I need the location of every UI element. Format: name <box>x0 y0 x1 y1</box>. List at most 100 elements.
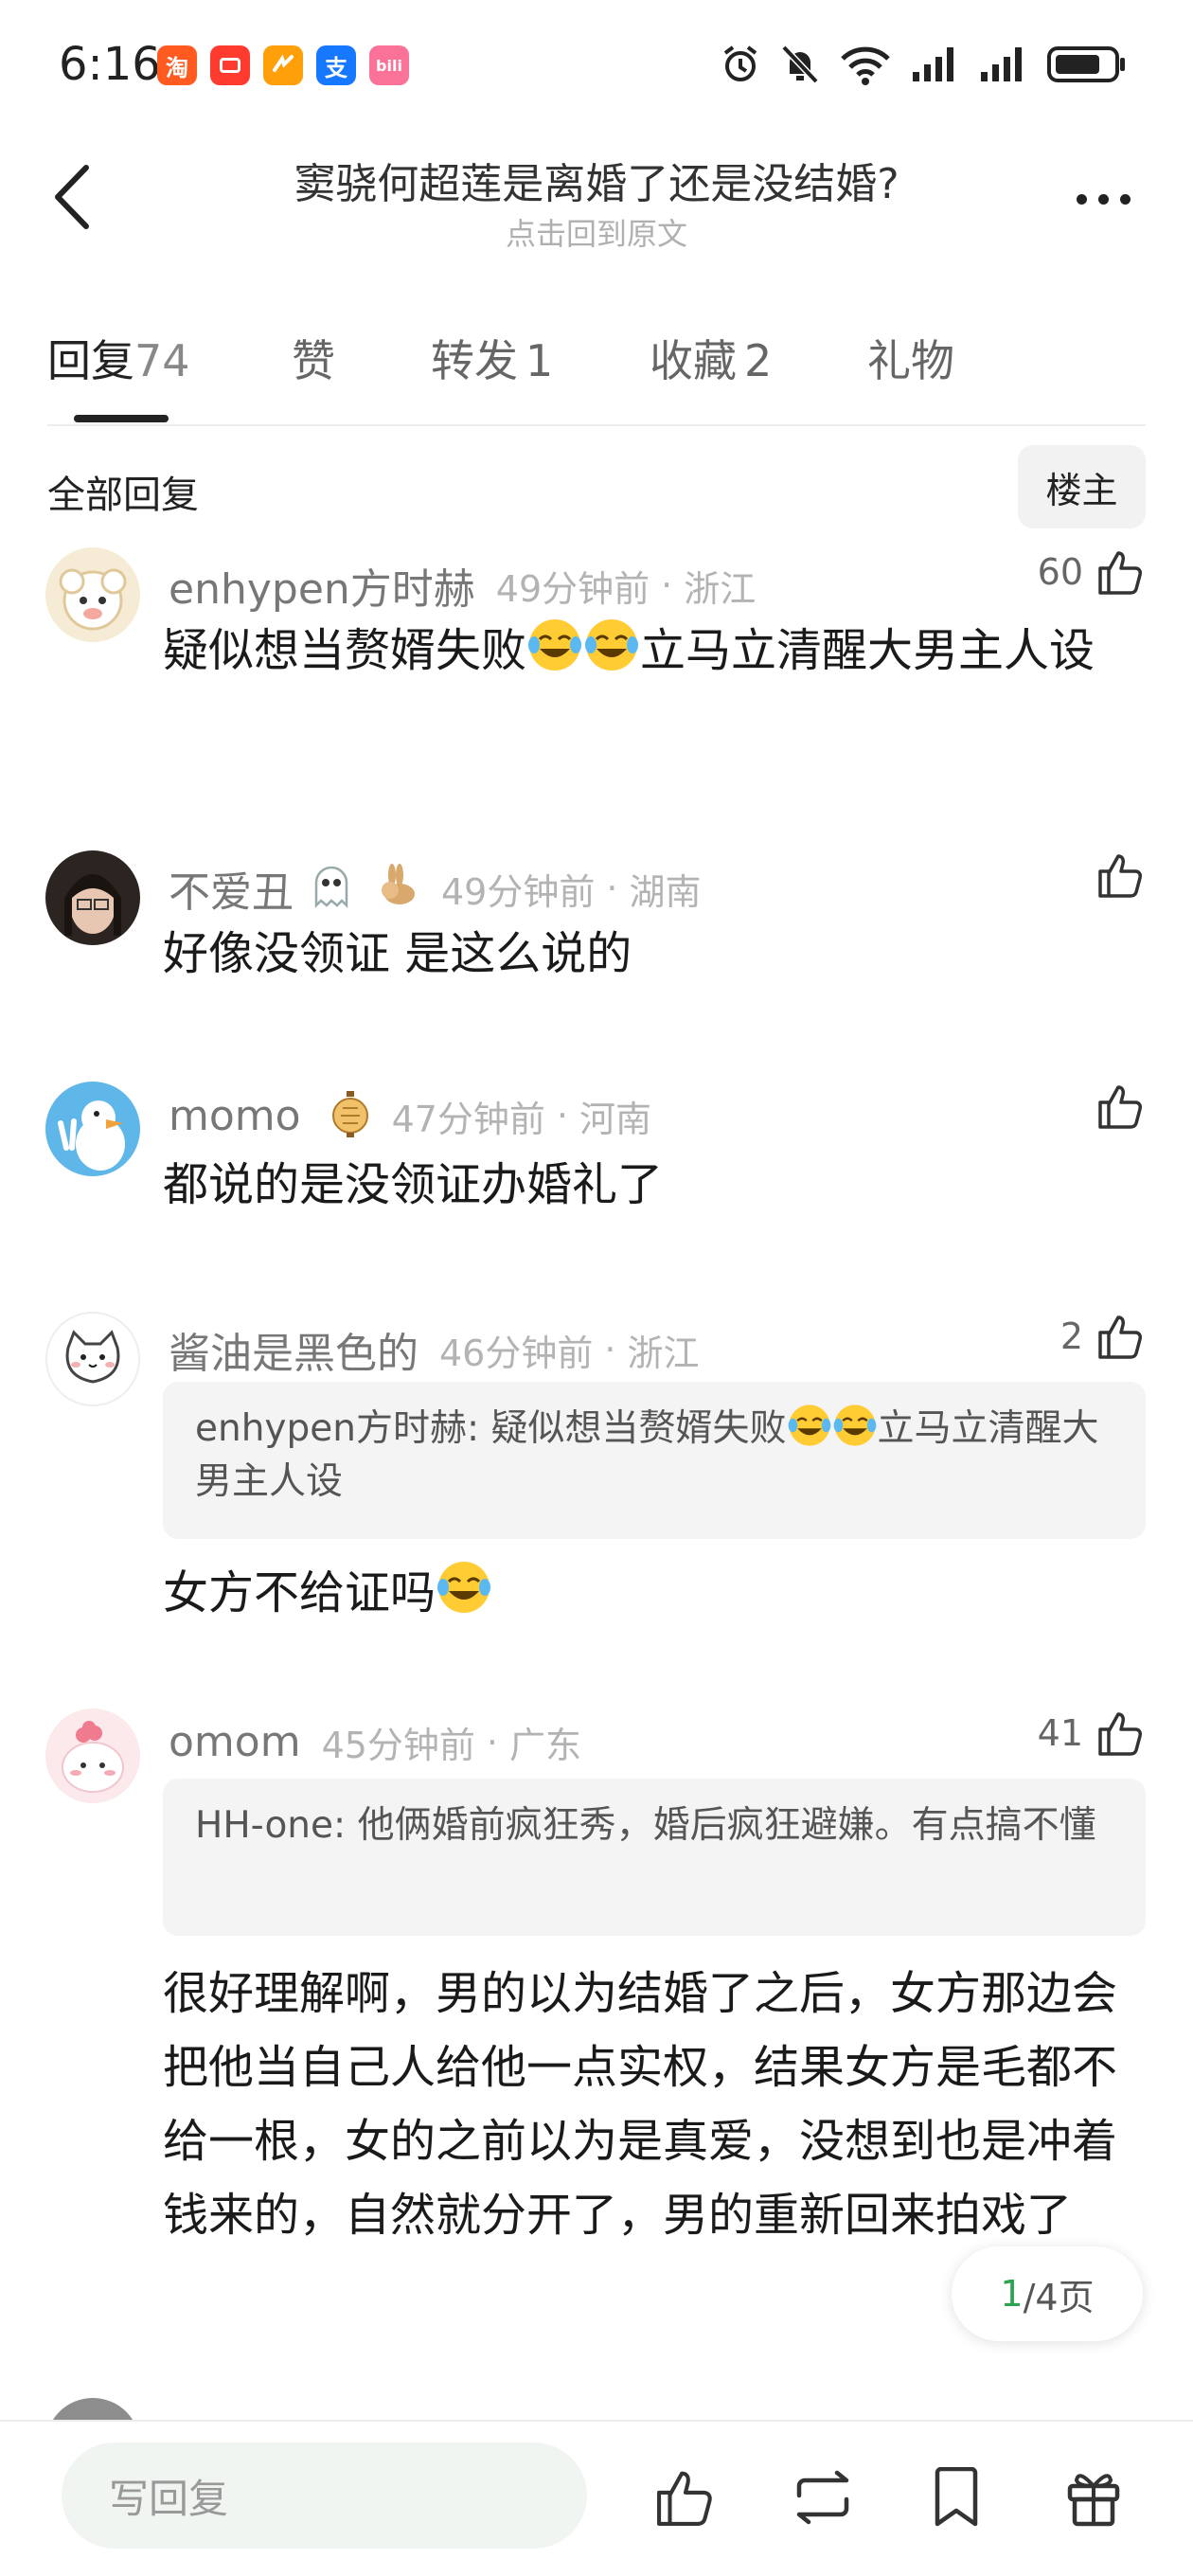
username[interactable]: momo <box>169 1092 301 1140</box>
thumbs-up-icon <box>1098 1315 1142 1359</box>
thumbs-up-icon <box>1098 551 1142 595</box>
tab-count: 74 <box>134 335 190 386</box>
orange-app-icon <box>263 45 303 85</box>
tab-replies[interactable]: 回复74 <box>47 327 190 389</box>
laugh-cry-emoji-icon <box>437 1562 491 1613</box>
comment-text: 疑似想当赘婿失败 立马立清醒大男主人设 <box>163 614 1138 688</box>
quote-text: 疑似想当赘婿失败 <box>490 1407 787 1450</box>
comment-text: 很好理解啊，男的以为结婚了之后，女方那边会把他当自己人给他一点实权，结果女方是毛… <box>163 1967 1118 2242</box>
comment-time: 46分钟前 <box>439 1332 594 1374</box>
red-app-icon <box>210 45 250 85</box>
all-replies-label: 全部回复 <box>47 474 199 517</box>
username[interactable]: 不爱丑 <box>169 858 294 919</box>
total-pages: /4页 <box>1023 2276 1095 2318</box>
more-options-button[interactable] <box>1060 180 1146 218</box>
tab-favorites[interactable]: 收藏 2 <box>650 327 772 389</box>
dot-separator: · <box>556 1095 569 1136</box>
like-button[interactable]: 41 <box>1038 1708 1146 1758</box>
tab-gifts[interactable]: 礼物 <box>867 327 954 389</box>
laugh-cry-emoji-icon <box>528 619 582 671</box>
owner-only-button[interactable]: 楼主 <box>1018 445 1146 528</box>
next-comment-partial <box>0 2387 1193 2421</box>
comment-meta: 不爱丑 49分钟前 · 湖南 <box>169 858 701 919</box>
bookmark-button[interactable] <box>918 2460 994 2535</box>
system-status-icons <box>720 44 1127 85</box>
reply-input[interactable]: 写回复 <box>62 2442 587 2549</box>
like-button[interactable]: 2 <box>1060 1312 1146 1361</box>
dot-separator: · <box>604 1329 616 1370</box>
thumbs-up-icon <box>657 2471 712 2526</box>
ghost-emoji-icon <box>307 862 356 915</box>
thumbs-up-icon <box>1098 854 1142 898</box>
page-indicator[interactable]: 1/4页 <box>952 2246 1143 2341</box>
comment-meta: enhypen方时赫 49分钟前 · 浙江 <box>169 555 756 616</box>
signal-icon <box>913 47 953 81</box>
laugh-cry-emoji-icon <box>788 1404 830 1446</box>
avatar[interactable] <box>45 547 140 642</box>
like-post-button[interactable] <box>648 2460 723 2535</box>
wifi-icon <box>841 46 890 85</box>
avatar[interactable] <box>45 1708 140 1803</box>
quoted-reply[interactable]: enhypen方时赫: 疑似想当赘婿失败 立马立清醒大男主人设 <box>163 1382 1146 1539</box>
tab-count: 1 <box>525 335 554 386</box>
dot-icon <box>1076 193 1087 205</box>
avatar[interactable] <box>45 1312 140 1406</box>
repost-button[interactable] <box>785 2460 861 2535</box>
back-to-original-link[interactable]: 点击回到原文 <box>189 210 1004 254</box>
like-button[interactable] <box>1096 850 1146 900</box>
gift-button[interactable] <box>1056 2460 1131 2535</box>
avatar[interactable] <box>45 850 140 945</box>
comment-time: 45分钟前 <box>321 1725 475 1766</box>
like-button[interactable] <box>1096 1082 1146 1131</box>
dot-icon <box>1119 193 1131 205</box>
back-button[interactable] <box>38 159 104 235</box>
post-header: 窦骁何超莲是离婚了还是没结婚? 点击回到原文 <box>0 133 1193 275</box>
thumbs-up-icon <box>1098 1712 1142 1756</box>
quoted-reply[interactable]: HH-one: 他俩婚前疯狂秀，婚后疯狂避嫌。有点搞不懂 <box>163 1779 1146 1936</box>
gift-icon <box>1067 2474 1120 2527</box>
comment-meta: momo 47分钟前 · 河南 <box>169 1089 651 1142</box>
like-button[interactable]: 60 <box>1038 547 1146 597</box>
avatar[interactable] <box>45 1082 140 1176</box>
comment-text: 好像没领证 是这么说的 <box>163 927 632 980</box>
bookmark-icon <box>935 2467 978 2527</box>
comment-time: 49分钟前 <box>495 567 650 610</box>
tab-label: 收藏 <box>650 335 737 386</box>
chevron-left-icon <box>55 165 89 229</box>
alipay-app-icon: 支 <box>316 45 356 85</box>
tab-label: 礼物 <box>867 335 954 386</box>
post-title[interactable]: 窦骁何超莲是离婚了还是没结婚? <box>189 150 1004 210</box>
like-count: 2 <box>1059 1315 1083 1357</box>
tab-label: 转发 <box>431 335 518 386</box>
active-tab-indicator <box>74 415 169 422</box>
quote-username: enhypen方时赫 <box>195 1407 467 1450</box>
taobao-app-icon: 淘 <box>157 45 197 85</box>
bottom-action-bar: 写回复 <box>0 2420 1193 2576</box>
comment-location: 湖南 <box>629 870 702 913</box>
lantern-emoji-icon <box>329 1089 371 1142</box>
rabbit-emoji-icon <box>375 864 420 913</box>
username[interactable]: enhypen方时赫 <box>169 555 475 616</box>
comment-text: 都说的是没领证办婚礼了 <box>163 1158 664 1211</box>
quote-username: HH-one <box>195 1804 334 1847</box>
status-time: 6:16 <box>59 38 161 91</box>
quote-text: 他俩婚前疯狂秀，婚后疯狂避嫌。有点搞不懂 <box>357 1804 1096 1847</box>
like-count: 41 <box>1037 1712 1083 1754</box>
username[interactable]: omom <box>169 1718 301 1766</box>
alarm-icon <box>723 45 757 81</box>
current-page: 1 <box>1000 2273 1024 2315</box>
tab-likes[interactable]: 赞 <box>292 327 335 389</box>
signal-icon-2 <box>981 47 1022 81</box>
tab-reposts[interactable]: 转发 1 <box>431 327 553 389</box>
comment-text: 女方不给证吗 <box>163 1556 1138 1630</box>
comment-location: 浙江 <box>684 567 757 610</box>
tab-label: 赞 <box>292 335 335 386</box>
username[interactable]: 酱油是黑色的 <box>169 1319 418 1380</box>
repost-icon <box>796 2470 849 2525</box>
notification-app-icons: 淘 支 bili <box>157 45 409 85</box>
comment-time: 49分钟前 <box>441 870 596 913</box>
tab-count: 2 <box>744 335 773 386</box>
comment-location: 浙江 <box>627 1332 700 1374</box>
mute-bell-icon <box>781 45 819 84</box>
tab-label: 回复 <box>47 335 134 386</box>
